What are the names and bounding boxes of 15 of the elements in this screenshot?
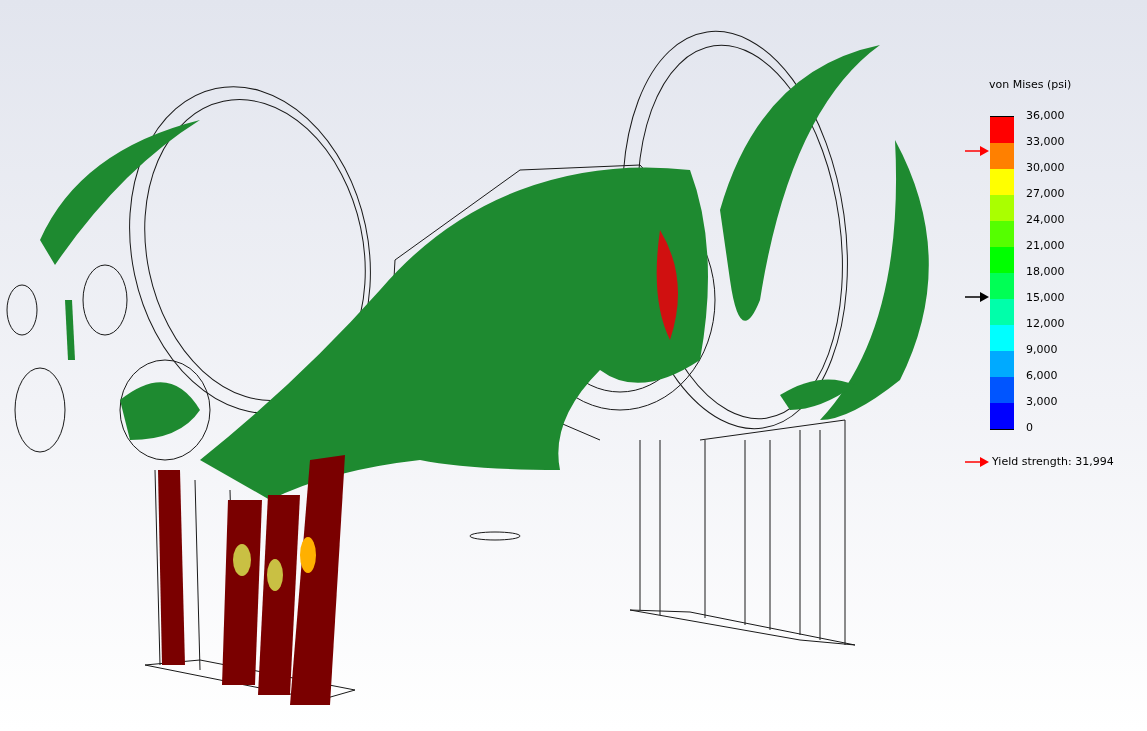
scale-label: 18,000 xyxy=(1026,264,1065,280)
scale-label: 9,000 xyxy=(1026,342,1059,358)
scale-label: 36,000 xyxy=(1026,108,1065,124)
yield-strength-label: Yield strength: 31,994 xyxy=(992,455,1114,468)
scale-label: 6,000 xyxy=(1026,368,1059,384)
scale-label: 15,000 xyxy=(1026,290,1065,306)
scale-label: 12,000 xyxy=(1026,316,1065,332)
scale-label: 3,000 xyxy=(1026,394,1059,410)
scale-label: 30,000 xyxy=(1026,160,1065,176)
scale-label: 0 xyxy=(1026,420,1034,436)
scale-label: 24,000 xyxy=(1026,212,1065,228)
scale-label: 21,000 xyxy=(1026,238,1065,254)
scale-label: 33,000 xyxy=(1026,134,1065,150)
scale-label: 27,000 xyxy=(1026,186,1065,202)
legend-title: von Mises (psi) xyxy=(989,78,1073,93)
